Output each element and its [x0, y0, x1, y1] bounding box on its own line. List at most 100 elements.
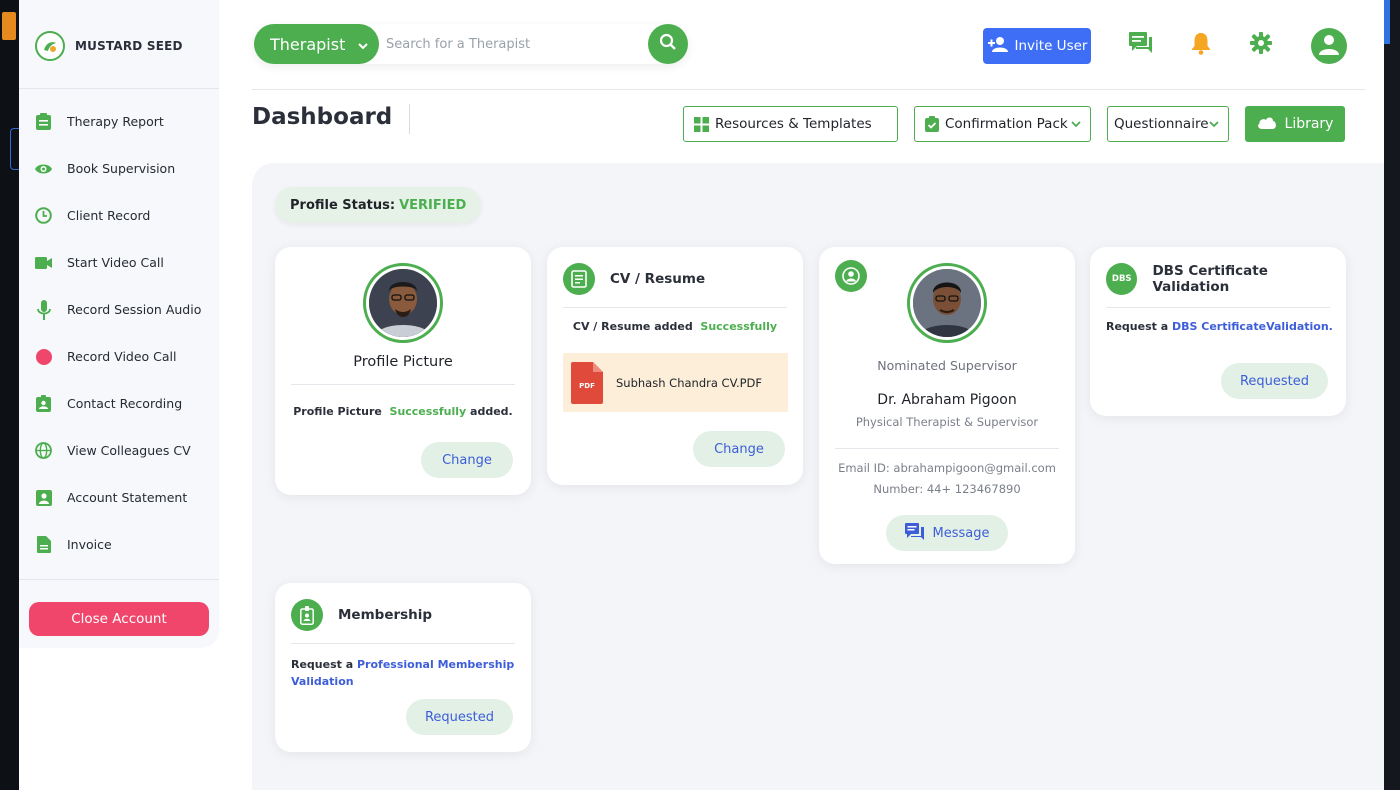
search-button[interactable]	[648, 24, 688, 64]
dbs-message: Request a DBS CertificateValidation.	[1106, 320, 1336, 333]
header-divider	[252, 89, 1365, 90]
sidebar-item-label: Record Video Call	[67, 349, 177, 364]
dbs-requested-button[interactable]: Requested	[1221, 363, 1328, 399]
button-label: Requested	[424, 709, 495, 725]
invite-user-button[interactable]: Invite User	[983, 28, 1091, 64]
id-badge-icon	[291, 599, 323, 631]
mustard-seed-logo-icon	[35, 31, 65, 61]
profile-status-label: Profile Status:	[290, 197, 396, 213]
supervisor-photo	[907, 263, 987, 343]
sidebar-item-start-video-call[interactable]: Start Video Call	[19, 239, 219, 286]
message-icon	[904, 522, 925, 544]
cv-file-name: Subhash Chandra CV.PDF	[616, 375, 763, 390]
card-divider	[291, 643, 515, 644]
message-text: CV / Resume added	[572, 320, 693, 333]
sidebar-divider	[19, 579, 219, 580]
user-avatar[interactable]	[1311, 28, 1347, 64]
taskbar-app-icon[interactable]	[2, 12, 16, 40]
resources-label: Resources & Templates	[715, 116, 872, 132]
dbs-icon: DBS	[1106, 263, 1138, 295]
sidebar-item-client-record[interactable]: Client Record	[19, 192, 219, 239]
cv-file-row[interactable]: PDF Subhash Chandra CV.PDF	[563, 353, 788, 412]
profile-picture-title: Profile Picture	[353, 354, 453, 370]
search-bar: Therapist	[254, 24, 688, 64]
sidebar-item-label: Account Statement	[67, 490, 188, 505]
library-button[interactable]: Library	[1245, 106, 1345, 142]
supervisor-icon	[835, 260, 867, 292]
pdf-file-icon: PDF	[571, 361, 603, 404]
confirmation-pack-dropdown[interactable]: Confirmation Pack	[914, 106, 1091, 142]
sidebar-item-record-session-audio[interactable]: Record Session Audio	[19, 286, 219, 333]
dbs-title: DBS Certificate Validation	[1152, 263, 1268, 295]
questionnaire-dropdown[interactable]: Questionnaire	[1107, 106, 1229, 142]
sidebar-item-contact-recording[interactable]: Contact Recording	[19, 380, 219, 427]
desktop-left-strip	[0, 0, 19, 790]
cv-resume-title: CV / Resume	[610, 271, 706, 287]
card-header: CV / Resume	[563, 263, 705, 295]
sidebar-item-record-video-call[interactable]: Record Video Call	[19, 333, 219, 380]
sidebar-item-label: Book Supervision	[67, 161, 176, 176]
role-select[interactable]: Therapist	[254, 24, 379, 64]
questionnaire-label: Questionnaire	[1114, 116, 1209, 132]
sidebar-item-account-statement[interactable]: Account Statement	[19, 474, 219, 521]
change-cv-button[interactable]: Change	[693, 431, 785, 467]
sidebar: MUSTARD SEED Therapy Report Book Supervi…	[19, 0, 219, 648]
library-label: Library	[1284, 116, 1334, 132]
membership-title: Membership	[338, 607, 433, 623]
gear-icon	[1250, 32, 1272, 58]
success-text: Successfully	[700, 320, 778, 333]
brand-name: MUSTARD SEED	[75, 39, 183, 53]
settings-button[interactable]	[1249, 32, 1273, 58]
sidebar-item-book-supervision[interactable]: Book Supervision	[19, 145, 219, 192]
app-window: MUSTARD SEED Therapy Report Book Supervi…	[19, 0, 1384, 790]
message-text: Profile Picture	[293, 405, 382, 418]
dbs-certificate-card: DBS DBS Certificate Validation Request a…	[1090, 247, 1346, 416]
dashboard-panel: Profile Status: VERIFIED Profile Picture…	[252, 163, 1384, 790]
search-icon	[659, 33, 677, 55]
membership-message: Request a Professional Membership Valida…	[291, 656, 516, 690]
notifications-button[interactable]	[1189, 32, 1213, 57]
sidebar-item-label: Contact Recording	[67, 396, 183, 411]
message-text: Request a	[1106, 320, 1169, 333]
resources-templates-button[interactable]: Resources & Templates	[683, 106, 898, 142]
sidebar-divider	[19, 88, 219, 89]
dbs-validation-link[interactable]: DBS CertificateValidation.	[1172, 320, 1333, 333]
page-title: Dashboard	[252, 104, 393, 130]
chevron-down-icon	[357, 37, 369, 56]
sidebar-item-label: View Colleagues CV	[67, 443, 191, 458]
sidebar-item-label: Invoice	[67, 537, 112, 552]
profile-photo-image	[369, 269, 437, 337]
card-header: Membership	[291, 599, 432, 631]
card-divider	[835, 448, 1059, 449]
account-icon	[35, 489, 52, 506]
sidebar-item-view-colleagues-cv[interactable]: View Colleagues CV	[19, 427, 219, 474]
chat-button[interactable]	[1129, 32, 1153, 57]
message-text: Request a	[291, 658, 354, 671]
sidebar-nav: Therapy Report Book Supervision Client R…	[19, 98, 219, 568]
sidebar-item-therapy-report[interactable]: Therapy Report	[19, 98, 219, 145]
window-edge	[10, 128, 19, 170]
chevron-down-icon	[1070, 118, 1082, 134]
profile-photo[interactable]	[363, 263, 443, 343]
dbs-icon-text: DBS	[1111, 274, 1132, 284]
button-label: Change	[714, 441, 764, 457]
change-profile-picture-button[interactable]: Change	[421, 442, 513, 478]
certificate-icon	[563, 263, 595, 295]
role-select-value: Therapist	[270, 34, 346, 54]
close-account-button[interactable]: Close Account	[29, 602, 209, 636]
membership-requested-button[interactable]: Requested	[406, 699, 513, 735]
brand[interactable]: MUSTARD SEED	[35, 31, 183, 61]
video-camera-icon	[35, 254, 52, 271]
supervisor-title: Physical Therapist & Supervisor	[855, 415, 1039, 429]
clipboard-check-icon	[925, 116, 939, 132]
sidebar-item-invoice[interactable]: Invoice	[19, 521, 219, 568]
microphone-icon	[35, 299, 52, 320]
search-input[interactable]	[386, 32, 636, 56]
message-supervisor-button[interactable]: Message	[886, 515, 1008, 551]
window-edge-highlight	[1384, 0, 1390, 44]
button-label: Message	[932, 525, 990, 541]
file-type-label: PDF	[579, 381, 595, 390]
supervisor-photo-image	[913, 269, 981, 337]
profile-status-value: VERIFIED	[399, 197, 467, 213]
profile-picture-card: Profile Picture Profile Picture Successf…	[275, 247, 531, 495]
